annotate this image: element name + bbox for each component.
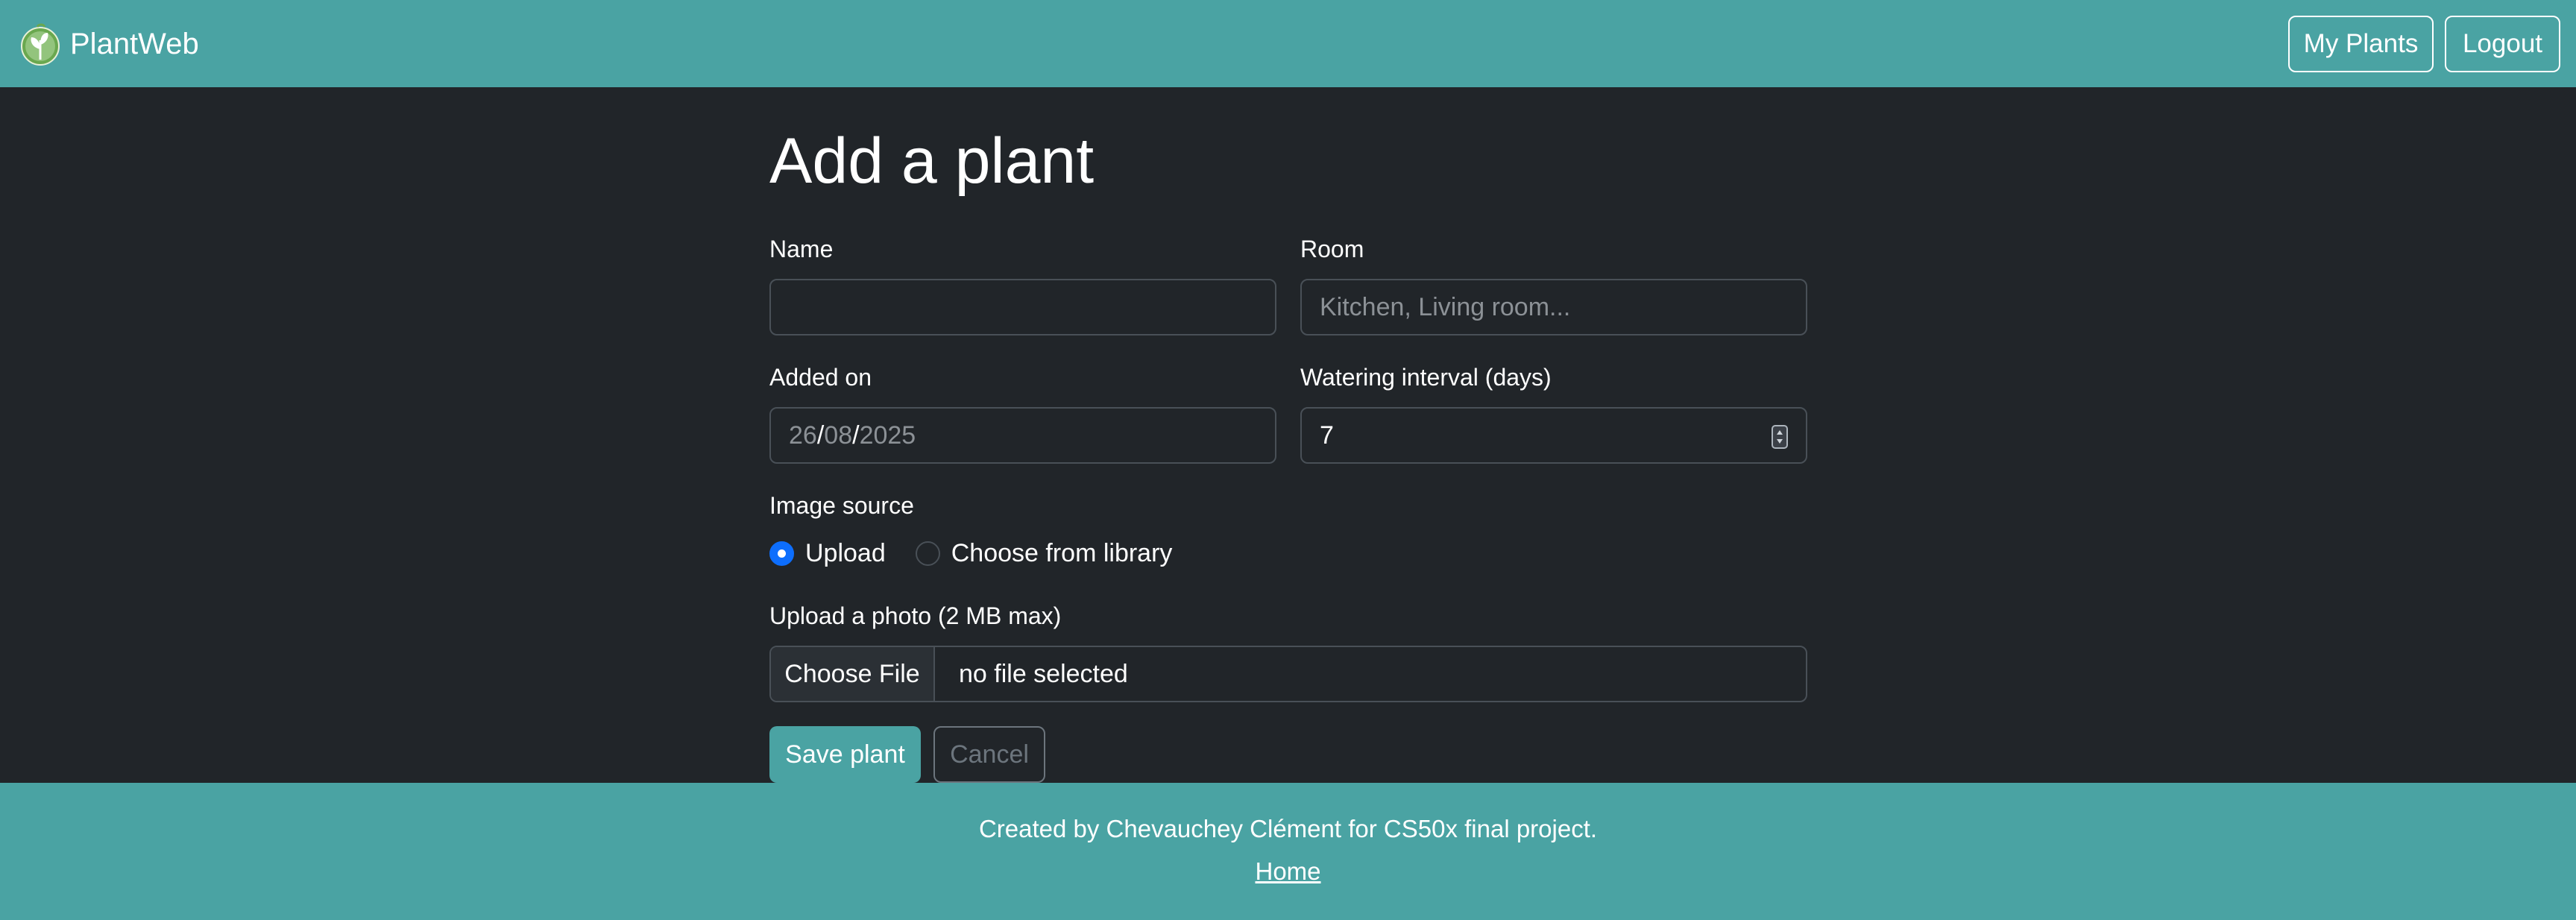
navbar: PlantWeb My Plants Logout — [0, 0, 2576, 87]
watering-interval-value: 7 — [1320, 420, 1334, 450]
date-year: 2025 — [859, 420, 916, 450]
watering-interval-input[interactable]: 7 — [1300, 407, 1807, 464]
brand-name: PlantWeb — [70, 27, 199, 60]
footer — [0, 783, 2576, 920]
choose-file-button[interactable]: Choose File — [771, 647, 935, 701]
file-status-text: no file selected — [959, 659, 1128, 688]
file-upload-input[interactable]: Choose File no file selected — [769, 646, 1807, 702]
watering-interval-label: Watering interval (days) — [1300, 364, 1552, 391]
logout-button[interactable]: Logout — [2445, 16, 2560, 72]
save-plant-button[interactable]: Save plant — [769, 726, 921, 783]
date-day: 26 — [789, 420, 817, 450]
added-on-label: Added on — [769, 364, 872, 391]
radio-option-library[interactable]: Choose from library — [915, 538, 1173, 568]
image-source-label: Image source — [769, 492, 914, 519]
date-month: 08 — [824, 420, 853, 450]
my-plants-button[interactable]: My Plants — [2288, 16, 2434, 72]
date-separator: / — [816, 420, 825, 450]
room-label: Room — [1300, 236, 1364, 262]
upload-photo-label: Upload a photo (2 MB max) — [769, 602, 1062, 629]
number-spinner-icon[interactable] — [1772, 425, 1788, 449]
plant-leaf-logo-icon — [21, 23, 60, 66]
date-separator: / — [852, 420, 860, 450]
radio-checked-icon[interactable] — [769, 541, 794, 566]
name-input[interactable] — [769, 279, 1276, 335]
footer-credit: Created by Chevauchey Clément for CS50x … — [978, 815, 1598, 842]
cancel-button[interactable]: Cancel — [933, 726, 1045, 783]
name-label: Name — [769, 236, 834, 262]
page-title: Add a plant — [769, 125, 1095, 197]
footer-home-link-wrapper: Home — [0, 857, 2576, 886]
radio-option-upload[interactable]: Upload — [769, 539, 886, 568]
footer-home-link[interactable]: Home — [1255, 857, 1320, 885]
brand-link[interactable]: PlantWeb — [19, 21, 199, 67]
added-on-date-input[interactable]: 26/08/2025 — [769, 407, 1276, 464]
radio-label-upload: Upload — [805, 538, 886, 567]
radio-label-library: Choose from library — [951, 538, 1173, 567]
radio-unchecked-icon[interactable] — [915, 541, 940, 566]
image-source-radio-group: Upload Choose from library — [769, 538, 1202, 568]
room-input[interactable] — [1300, 279, 1807, 335]
